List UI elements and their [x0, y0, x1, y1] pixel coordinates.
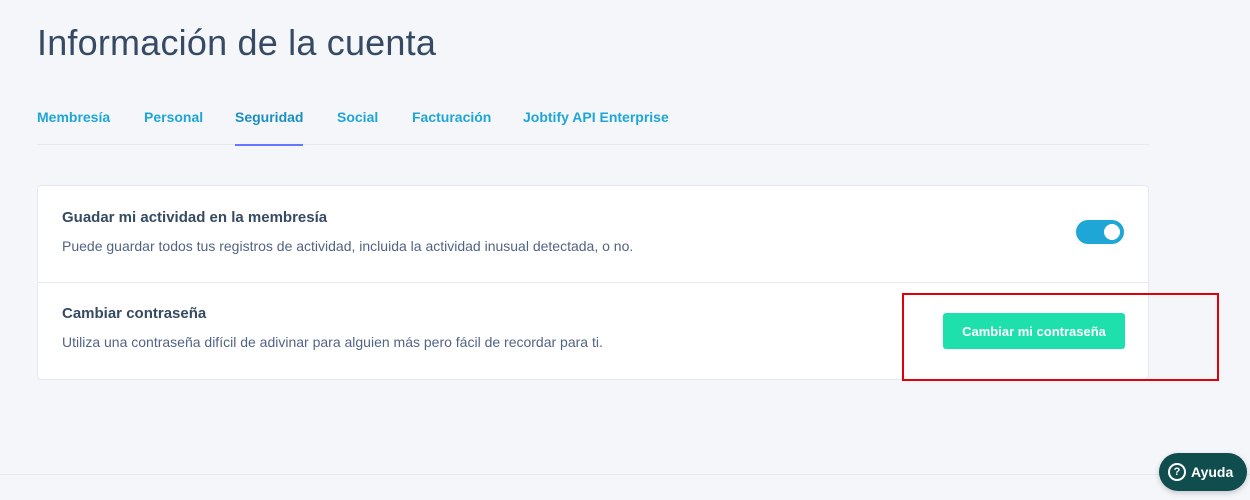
tab-jobtify-api-enterprise[interactable]: Jobtify API Enterprise: [523, 106, 669, 145]
activity-setting-row: Guadar mi actividad en la membresía Pued…: [38, 186, 1148, 283]
tab-social[interactable]: Social: [337, 106, 378, 145]
password-setting-row: Cambiar contraseña Utiliza una contraseñ…: [38, 283, 1148, 380]
page-title: Información de la cuenta: [37, 22, 437, 63]
activity-toggle[interactable]: [1076, 220, 1124, 244]
footer-divider: [0, 474, 1250, 475]
tab-seguridad[interactable]: Seguridad: [235, 106, 304, 146]
password-setting-description: Utiliza una contraseña difícil de adivin…: [62, 334, 603, 350]
toggle-knob: [1104, 224, 1120, 240]
password-setting-title: Cambiar contraseña: [62, 305, 207, 322]
help-label: Ayuda: [1191, 464, 1234, 480]
activity-setting-description: Puede guardar todos tus registros de act…: [62, 238, 634, 254]
tab-membresia[interactable]: Membresía: [37, 106, 110, 145]
tab-facturacion[interactable]: Facturación: [412, 106, 491, 145]
security-settings-card: Guadar mi actividad en la membresía Pued…: [37, 185, 1149, 380]
activity-setting-title: Guadar mi actividad en la membresía: [62, 209, 328, 226]
tab-personal[interactable]: Personal: [144, 106, 203, 145]
question-circle-icon: ?: [1168, 463, 1186, 481]
change-password-button[interactable]: Cambiar mi contraseña: [943, 313, 1125, 349]
help-button[interactable]: ? Ayuda: [1159, 453, 1247, 491]
account-tabs: Membresía Personal Seguridad Social Fact…: [37, 106, 1149, 146]
